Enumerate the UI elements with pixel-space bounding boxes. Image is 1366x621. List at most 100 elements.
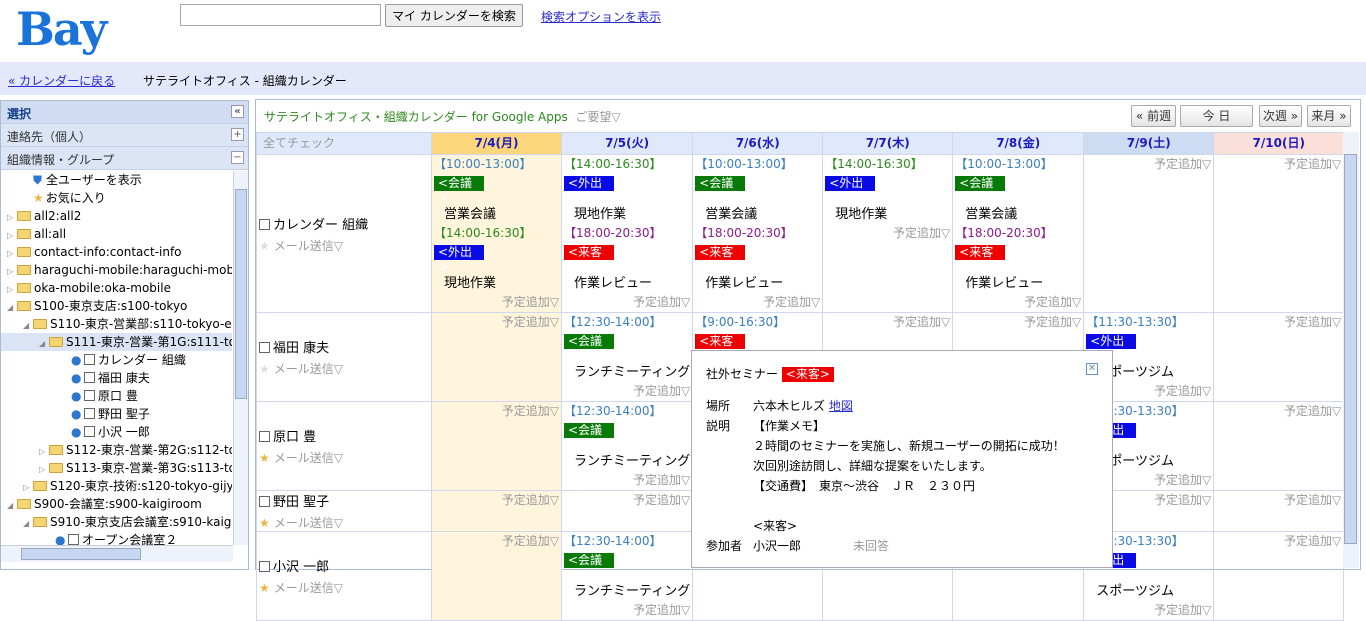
back-to-calendar-link[interactable]: « カレンダーに戻る [8, 72, 115, 89]
tree-item[interactable]: ★お気に入り [1, 189, 232, 207]
day-header[interactable]: 7/5(火) [562, 133, 693, 155]
checkbox[interactable] [84, 390, 95, 401]
event-title[interactable]: ランチミーティング [564, 363, 690, 382]
mail-send-dropdown[interactable]: ★メール送信▽ [259, 360, 429, 377]
event-title[interactable]: ランチミーティング [564, 452, 690, 471]
event[interactable]: 【18:00-20:30】<来客>作業レビュー [693, 224, 822, 293]
add-event-dropdown[interactable]: 予定追加▽ [1214, 532, 1343, 551]
next-week-button[interactable]: 次週 » [1259, 105, 1302, 127]
event-title[interactable]: 営業会議 [434, 205, 559, 224]
member-checkbox[interactable] [259, 431, 270, 442]
add-event-dropdown[interactable]: 予定追加▽ [562, 293, 692, 312]
member-name[interactable]: カレンダー 組織 [259, 214, 429, 233]
collapse-minus-icon[interactable]: − [231, 151, 244, 164]
event-title[interactable]: 作業レビュー [955, 274, 1081, 293]
add-event-dropdown[interactable]: 予定追加▽ [823, 224, 952, 243]
tree-item[interactable]: ▷haraguchi-mobile:haraguchi-mobile [1, 261, 232, 279]
event-title[interactable]: ランチミーティング [564, 582, 690, 601]
checkbox[interactable] [68, 534, 79, 545]
star-icon[interactable]: ★ [259, 581, 270, 595]
event-title[interactable]: 現地作業 [434, 274, 559, 293]
event[interactable]: 【12:30-14:00】<会議>ランチミーティング [562, 402, 692, 471]
day-header[interactable]: 7/7(木) [823, 133, 953, 155]
add-event-dropdown[interactable]: 予定追加▽ [562, 491, 692, 510]
tree-item[interactable]: ◢S900-会議室:s900-kaigiroom [1, 495, 232, 513]
tree-item[interactable]: ◢S111-東京-営業-第1G:s111-tokyo [1, 333, 232, 351]
event-title[interactable]: スポーツジム [1086, 582, 1211, 601]
checkbox[interactable] [84, 408, 95, 419]
star-icon[interactable]: ★ [259, 451, 270, 465]
add-event-dropdown[interactable]: 予定追加▽ [432, 402, 561, 421]
sidebar-section-org[interactable]: 組織情報・グループ− [1, 147, 248, 170]
add-event-dropdown[interactable]: 予定追加▽ [562, 382, 692, 401]
event[interactable]: 【12:30-14:00】<会議>ランチミーティング [562, 313, 692, 382]
event-title[interactable]: 現地作業 [825, 205, 950, 224]
event[interactable]: 【12:30-14:00】<会議>ランチミーティング [562, 532, 692, 601]
add-event-dropdown[interactable]: 予定追加▽ [432, 491, 561, 510]
star-icon[interactable]: ★ [259, 516, 270, 530]
check-all[interactable]: 全てチェック [257, 133, 432, 155]
request-dropdown[interactable]: ご要望▽ [575, 110, 620, 124]
add-event-dropdown[interactable]: 予定追加▽ [693, 293, 822, 312]
add-event-dropdown[interactable]: 予定追加▽ [823, 313, 952, 332]
checkbox[interactable] [84, 426, 95, 437]
tree-item[interactable]: ⛊全ユーザーを表示 [1, 171, 232, 189]
member-name[interactable]: 野田 聖子 [259, 491, 429, 510]
add-event-dropdown[interactable]: 予定追加▽ [1084, 601, 1213, 620]
tree-item[interactable]: ▷S113-東京-営業-第3G:s113-tokyo [1, 459, 232, 477]
member-checkbox[interactable] [259, 342, 270, 353]
member-name[interactable]: 福田 康夫 [259, 337, 429, 356]
add-event-dropdown[interactable]: 予定追加▽ [1214, 491, 1343, 510]
mail-send-dropdown[interactable]: ★メール送信▽ [259, 449, 429, 466]
expand-plus-icon[interactable]: + [231, 128, 244, 141]
star-icon[interactable]: ★ [259, 239, 270, 253]
add-event-dropdown[interactable]: 予定追加▽ [562, 601, 692, 620]
event[interactable]: 【10:00-13:00】<会議>営業会議 [953, 155, 1083, 224]
mail-send-dropdown[interactable]: ★メール送信▽ [259, 579, 429, 596]
today-button[interactable]: 今 日 [1180, 105, 1253, 127]
event-title[interactable]: 作業レビュー [695, 274, 820, 293]
tree-item[interactable]: ▷contact-info:contact-info [1, 243, 232, 261]
member-name[interactable]: 小沢 一郎 [259, 556, 429, 575]
mail-send-dropdown[interactable]: ★メール送信▽ [259, 237, 429, 254]
next-month-button[interactable]: 来月 » [1307, 105, 1351, 127]
tree-item[interactable]: ◢S910-東京支店会議室:s910-kaigiroom [1, 513, 232, 531]
tree-horizontal-scrollbar[interactable] [1, 545, 233, 562]
tree-item[interactable]: ●野田 聖子 [1, 405, 232, 423]
day-header[interactable]: 7/4(月) [432, 133, 562, 155]
event-title[interactable]: 現地作業 [564, 205, 690, 224]
tree-item[interactable]: ▷all:all [1, 225, 232, 243]
add-event-dropdown[interactable]: 予定追加▽ [1214, 402, 1343, 421]
search-options-link[interactable]: 検索オプションを表示 [541, 8, 661, 25]
map-link[interactable]: 地図 [829, 396, 853, 416]
add-event-dropdown[interactable]: 予定追加▽ [1084, 155, 1213, 174]
add-event-dropdown[interactable]: 予定追加▽ [953, 313, 1083, 332]
add-event-dropdown[interactable]: 予定追加▽ [432, 293, 561, 312]
add-event-dropdown[interactable]: 予定追加▽ [953, 293, 1083, 312]
tree-item[interactable]: ▷all2:all2 [1, 207, 232, 225]
event[interactable]: 【18:00-20:30】<来客>作業レビュー [562, 224, 692, 293]
tree-item[interactable]: ▷S112-東京-営業-第2G:s112-tokyo [1, 441, 232, 459]
event[interactable]: 【14:00-16:30】<外出>現地作業 [562, 155, 692, 224]
search-input[interactable] [180, 4, 381, 26]
event[interactable]: 【10:00-13:00】<会議>営業会議 [432, 155, 561, 224]
checkbox[interactable] [84, 354, 95, 365]
close-icon[interactable]: ✕ [1086, 363, 1098, 375]
tree-item[interactable]: ▷oka-mobile:oka-mobile [1, 279, 232, 297]
event-title[interactable]: 営業会議 [955, 205, 1081, 224]
day-header[interactable]: 7/10(日) [1214, 133, 1344, 155]
add-event-dropdown[interactable]: 予定追加▽ [1214, 313, 1343, 332]
event[interactable]: 【18:00-20:30】<来客>作業レビュー [953, 224, 1083, 293]
tree-item[interactable]: ▷S120-東京-技術:s120-tokyo-gijyutsu [1, 477, 232, 495]
member-name[interactable]: 原口 豊 [259, 426, 429, 445]
add-event-dropdown[interactable]: 予定追加▽ [432, 532, 561, 551]
tree-item[interactable]: ◢S100-東京支店:s100-tokyo [1, 297, 232, 315]
search-button[interactable]: マイ カレンダーを検索 [385, 4, 523, 27]
event[interactable]: 【10:00-13:00】<会議>営業会議 [693, 155, 822, 224]
event-title[interactable]: 作業レビュー [564, 274, 690, 293]
tree-item[interactable]: ●小沢 一郎 [1, 423, 232, 441]
add-event-dropdown[interactable]: 予定追加▽ [1214, 155, 1343, 174]
collapse-icon[interactable]: « [231, 105, 244, 118]
prev-week-button[interactable]: « 前週 [1131, 105, 1176, 127]
event[interactable]: 【14:00-16:30】<外出>現地作業 [823, 155, 952, 224]
